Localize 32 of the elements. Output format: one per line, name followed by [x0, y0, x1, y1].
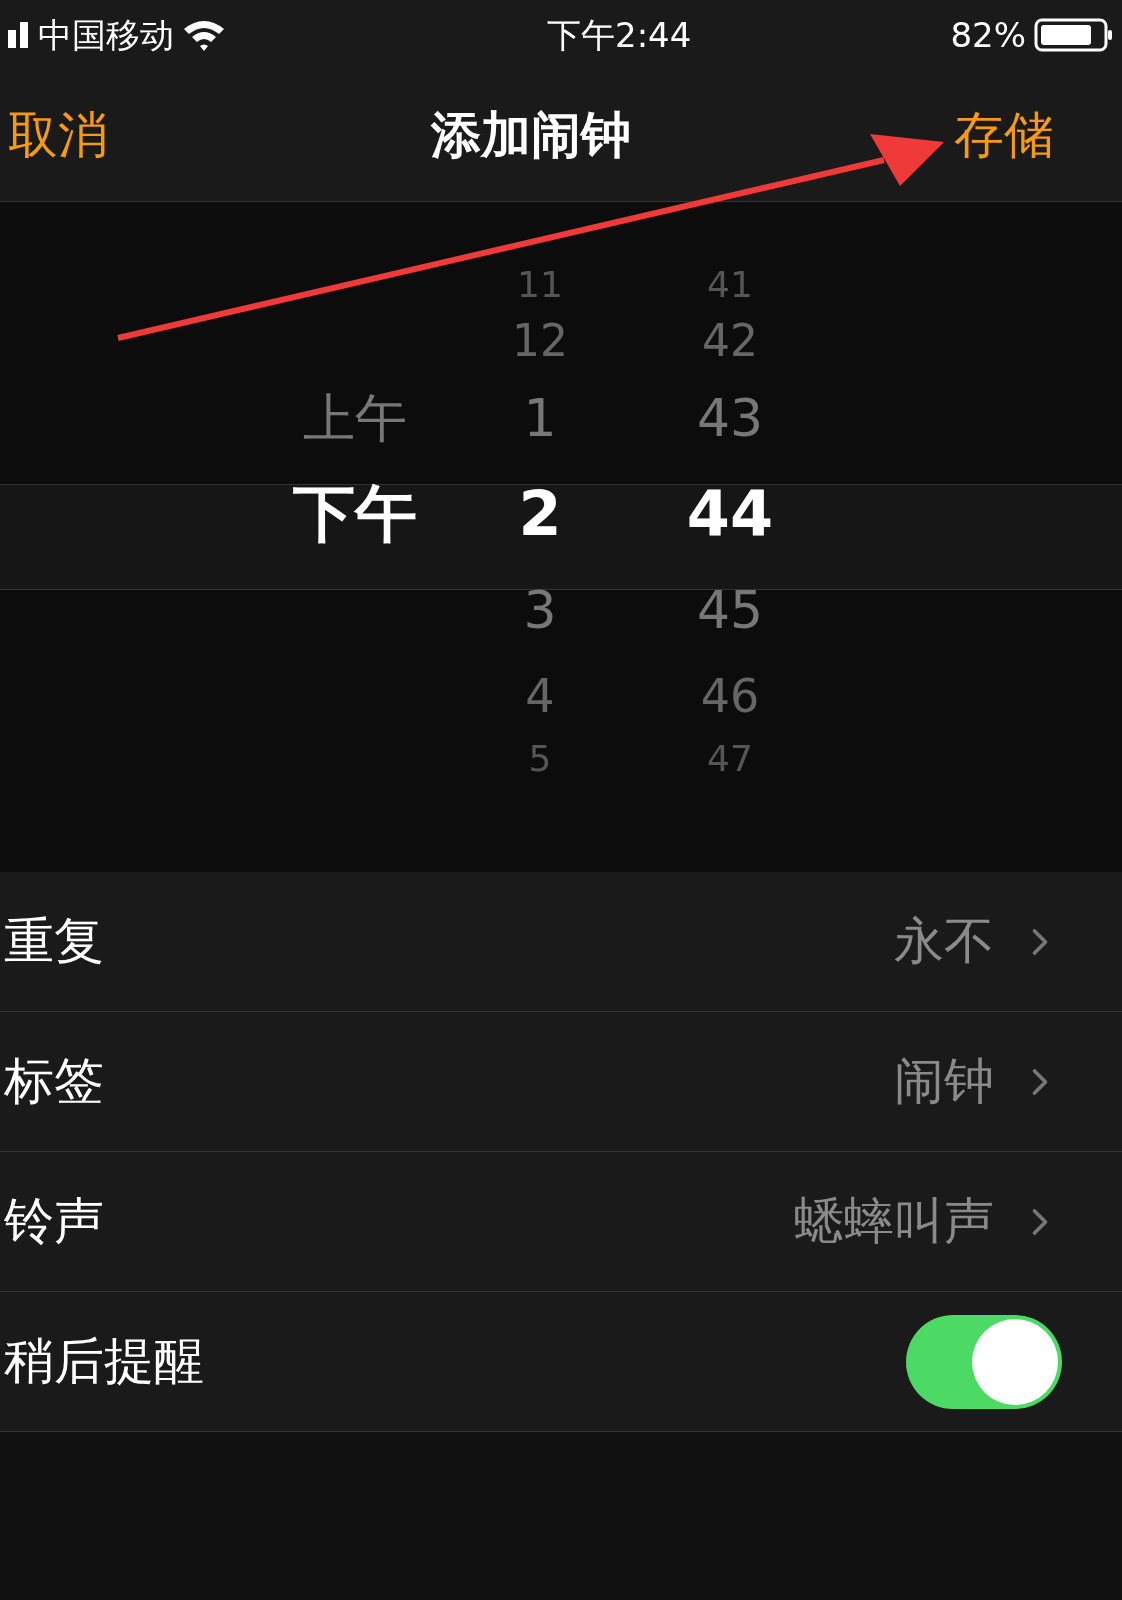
battery-percent: 82%	[950, 13, 1026, 57]
picker-item[interactable]: 41	[707, 267, 753, 303]
setting-label: 铃声	[4, 1191, 105, 1252]
picker-item[interactable]: 42	[702, 319, 758, 363]
setting-value[interactable]: 闹钟	[894, 1044, 994, 1119]
picker-item[interactable]: 44	[686, 483, 774, 545]
cancel-button[interactable]: 取消	[8, 98, 108, 173]
screen-title: 添加闹钟	[431, 105, 631, 166]
battery-icon	[1034, 18, 1114, 52]
status-time: 下午2:44	[546, 13, 693, 57]
signal-icon	[8, 22, 30, 48]
carrier-name: 中国移动	[38, 13, 174, 57]
picker-item[interactable]: 43	[696, 392, 764, 444]
setting-value[interactable]: 蟋蟀叫声	[794, 1184, 994, 1259]
picker-item[interactable]: 上午	[303, 392, 407, 444]
setting-label: 标签	[4, 1051, 105, 1112]
setting-label: 稍后提醒	[4, 1331, 205, 1392]
picker-item[interactable]: 45	[696, 584, 764, 636]
picker-item[interactable]: 47	[707, 741, 753, 777]
picker-item[interactable]: 3	[523, 584, 557, 636]
picker-item[interactable]: 1	[523, 392, 557, 444]
picker-item[interactable]: 12	[512, 319, 568, 363]
setting-label: 重复	[4, 911, 105, 972]
picker-item[interactable]: 11	[517, 267, 563, 303]
setting-value[interactable]: 永不	[894, 904, 994, 979]
picker-item[interactable]: 4	[525, 673, 555, 719]
picker-item[interactable]: 2	[518, 483, 562, 545]
picker-item[interactable]: 46	[700, 673, 760, 719]
picker-item[interactable]: 下午	[293, 483, 417, 545]
wifi-icon	[182, 19, 226, 51]
save-button[interactable]: 存储	[954, 98, 1054, 173]
picker-item[interactable]: 5	[528, 741, 552, 777]
